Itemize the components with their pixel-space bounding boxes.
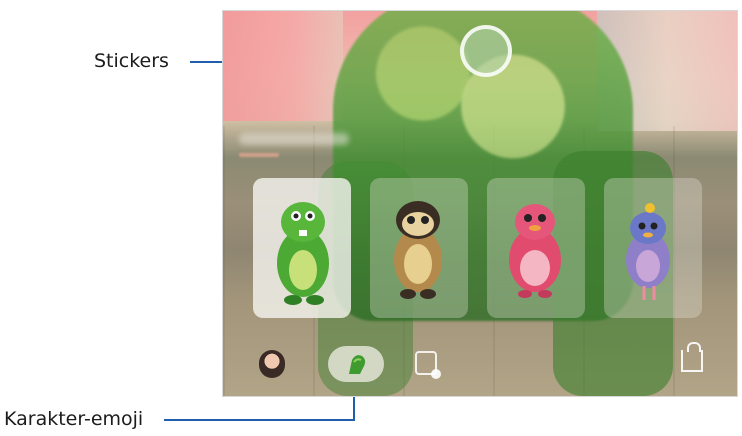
character-emoji-icon bbox=[349, 355, 366, 374]
mode-label bbox=[239, 133, 349, 145]
sloth-icon bbox=[394, 201, 442, 299]
camera-preview-screen bbox=[222, 10, 738, 397]
ar-toggle-button[interactable] bbox=[460, 25, 512, 77]
character-card-blue-bird[interactable] bbox=[604, 178, 702, 318]
sticker-icon[interactable] bbox=[415, 351, 441, 379]
bottom-toolbar bbox=[223, 336, 737, 396]
blue-bird-icon bbox=[626, 203, 670, 300]
character-card-green-dino[interactable] bbox=[253, 178, 351, 318]
character-card-pink-bird[interactable] bbox=[487, 178, 585, 318]
store-icon[interactable] bbox=[681, 342, 703, 372]
stickers-callout-label: Stickers bbox=[94, 50, 169, 72]
character-card-sloth[interactable] bbox=[370, 178, 468, 318]
character-emoji-tab[interactable] bbox=[328, 346, 384, 382]
background-wall-left bbox=[223, 11, 343, 121]
avatar-icon[interactable] bbox=[259, 350, 285, 378]
emoji-callout-label: Karakter-emoji bbox=[4, 408, 144, 430]
emoji-callout-line-h bbox=[164, 419, 355, 421]
mode-label-underline bbox=[239, 153, 279, 157]
pink-bird-icon bbox=[509, 204, 561, 298]
green-dino-icon bbox=[277, 202, 329, 305]
